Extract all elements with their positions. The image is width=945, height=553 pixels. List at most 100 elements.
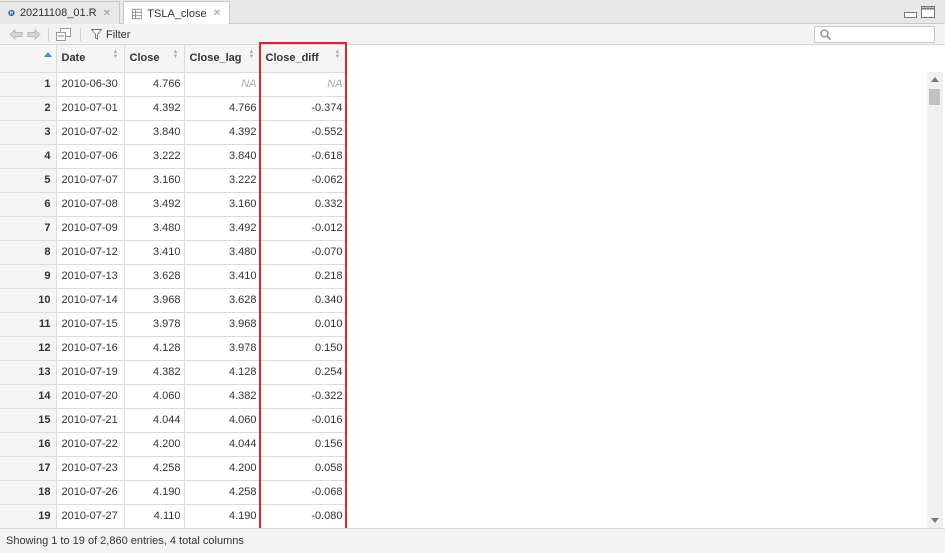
cell-close-lag: 3.840 bbox=[184, 144, 261, 169]
cell-close-lag: 3.160 bbox=[184, 192, 261, 217]
filter-button[interactable]: Filter bbox=[91, 28, 130, 41]
table-row: 16 2010-07-22 4.200 4.044 0.156 bbox=[0, 432, 347, 457]
cell-date: 2010-07-15 bbox=[56, 312, 125, 337]
row-number: 2 bbox=[0, 96, 57, 121]
table-row: 15 2010-07-21 4.044 4.060 -0.016 bbox=[0, 408, 347, 433]
cell-close-lag: 4.044 bbox=[184, 432, 261, 457]
header-row: Date ▲ ▼ Close ▲ ▼ Close_lag ▲ ▼ Close_diff ▲ ▼ bbox=[0, 45, 347, 73]
cell-close: 3.628 bbox=[124, 264, 185, 289]
cell-close-lag: 3.978 bbox=[184, 336, 261, 361]
cell-date: 2010-07-22 bbox=[56, 432, 125, 457]
cell-close-lag: 4.060 bbox=[184, 408, 261, 433]
column-header-label: Close bbox=[129, 52, 160, 65]
cell-close-diff: 0.254 bbox=[260, 360, 347, 385]
cell-close: 4.392 bbox=[124, 96, 185, 121]
close-icon[interactable]: ✕ bbox=[213, 8, 221, 19]
cell-close: 3.480 bbox=[124, 216, 185, 241]
row-number-header[interactable] bbox=[0, 45, 57, 73]
cell-close-lag: 4.382 bbox=[184, 384, 261, 409]
cell-date: 2010-07-08 bbox=[56, 192, 125, 217]
table-row: 2 2010-07-01 4.392 4.766 -0.374 bbox=[0, 96, 347, 121]
cell-close-diff: 0.010 bbox=[260, 312, 347, 337]
cell-date: 2010-07-19 bbox=[56, 360, 125, 385]
cell-date: 2010-07-07 bbox=[56, 168, 125, 193]
entries-summary: Showing 1 to 19 of 2,860 entries, 4 tota… bbox=[6, 535, 244, 547]
cell-close: 4.258 bbox=[124, 456, 185, 481]
cell-close-lag: 3.222 bbox=[184, 168, 261, 193]
row-number: 1 bbox=[0, 72, 57, 97]
row-number: 4 bbox=[0, 144, 57, 169]
table-row: 8 2010-07-12 3.410 3.480 -0.070 bbox=[0, 240, 347, 265]
scrollbar-thumb[interactable] bbox=[929, 89, 940, 105]
maximize-pane-icon[interactable] bbox=[921, 6, 935, 18]
row-number: 12 bbox=[0, 336, 57, 361]
cell-close-diff: -0.080 bbox=[260, 504, 347, 528]
toolbar-divider bbox=[48, 28, 49, 41]
cell-close-diff: -0.552 bbox=[260, 120, 347, 145]
cell-close-lag: NA bbox=[184, 72, 261, 97]
data-viewer-toolbar: Filter bbox=[0, 24, 945, 45]
row-number: 13 bbox=[0, 360, 57, 385]
scroll-down-icon[interactable] bbox=[931, 518, 939, 523]
vertical-scrollbar[interactable] bbox=[927, 72, 943, 528]
data-table: Date ▲ ▼ Close ▲ ▼ Close_lag ▲ ▼ Close_diff ▲ ▼ … bbox=[0, 45, 347, 528]
cell-close: 4.110 bbox=[124, 504, 185, 528]
cell-close-diff: 0.332 bbox=[260, 192, 347, 217]
cell-close: 3.978 bbox=[124, 312, 185, 337]
row-number: 10 bbox=[0, 288, 57, 313]
table-row: 17 2010-07-23 4.258 4.200 0.058 bbox=[0, 456, 347, 481]
cell-close: 4.044 bbox=[124, 408, 185, 433]
close-icon[interactable]: ✕ bbox=[103, 8, 111, 19]
cell-close-lag: 3.480 bbox=[184, 240, 261, 265]
row-number: 16 bbox=[0, 432, 57, 457]
cell-close: 4.060 bbox=[124, 384, 185, 409]
cell-date: 2010-07-02 bbox=[56, 120, 125, 145]
column-header-date[interactable]: Date ▲ ▼ bbox=[56, 45, 125, 73]
row-number: 7 bbox=[0, 216, 57, 241]
row-number: 14 bbox=[0, 384, 57, 409]
row-number: 15 bbox=[0, 408, 57, 433]
minimize-pane-icon[interactable] bbox=[904, 6, 917, 18]
scroll-up-icon[interactable] bbox=[931, 77, 939, 82]
cell-close-lag: 4.128 bbox=[184, 360, 261, 385]
table-row: 10 2010-07-14 3.968 3.628 0.340 bbox=[0, 288, 347, 313]
forward-arrow-icon[interactable] bbox=[27, 28, 41, 41]
row-number: 17 bbox=[0, 456, 57, 481]
cell-close-diff: -0.012 bbox=[260, 216, 347, 241]
table-row: 1 2010-06-30 4.766 NA NA bbox=[0, 72, 347, 97]
row-number: 3 bbox=[0, 120, 57, 145]
filter-label: Filter bbox=[106, 28, 131, 41]
status-bar: Showing 1 to 19 of 2,860 entries, 4 tota… bbox=[0, 528, 945, 553]
cell-date: 2010-07-06 bbox=[56, 144, 125, 169]
search-input[interactable] bbox=[835, 28, 930, 41]
cell-close: 3.968 bbox=[124, 288, 185, 313]
cell-close-diff: -0.068 bbox=[260, 480, 347, 505]
tab-r-script[interactable]: R 20211108_01.R ✕ bbox=[0, 1, 120, 24]
show-in-new-window-icon[interactable] bbox=[56, 28, 71, 41]
cell-close: 3.492 bbox=[124, 192, 185, 217]
cell-close: 4.190 bbox=[124, 480, 185, 505]
row-number: 9 bbox=[0, 264, 57, 289]
tab-tsla-close[interactable]: TSLA_close ✕ bbox=[123, 1, 230, 25]
cell-close: 3.410 bbox=[124, 240, 185, 265]
table-row: 13 2010-07-19 4.382 4.128 0.254 bbox=[0, 360, 347, 385]
search-icon bbox=[820, 29, 831, 40]
cell-date: 2010-07-27 bbox=[56, 504, 125, 528]
cell-date: 2010-07-20 bbox=[56, 384, 125, 409]
cell-close-lag: 4.392 bbox=[184, 120, 261, 145]
cell-close: 3.222 bbox=[124, 144, 185, 169]
editor-tab-bar: R 20211108_01.R ✕ TSLA_close ✕ bbox=[0, 0, 945, 25]
search-box[interactable] bbox=[814, 26, 935, 43]
cell-close-diff: -0.374 bbox=[260, 96, 347, 121]
sort-icon: ▲ ▼ bbox=[172, 49, 179, 60]
column-header-close[interactable]: Close ▲ ▼ bbox=[124, 45, 185, 73]
filter-icon bbox=[91, 29, 102, 40]
back-arrow-icon[interactable] bbox=[9, 28, 23, 41]
cell-close: 3.160 bbox=[124, 168, 185, 193]
column-header-label: Close_diff bbox=[265, 52, 319, 65]
column-header-close-lag[interactable]: Close_lag ▲ ▼ bbox=[184, 45, 261, 73]
cell-close-diff: -0.016 bbox=[260, 408, 347, 433]
cell-close-diff: 0.150 bbox=[260, 336, 347, 361]
column-header-close-diff[interactable]: Close_diff ▲ ▼ bbox=[260, 45, 347, 73]
cell-close-diff: NA bbox=[260, 72, 347, 97]
